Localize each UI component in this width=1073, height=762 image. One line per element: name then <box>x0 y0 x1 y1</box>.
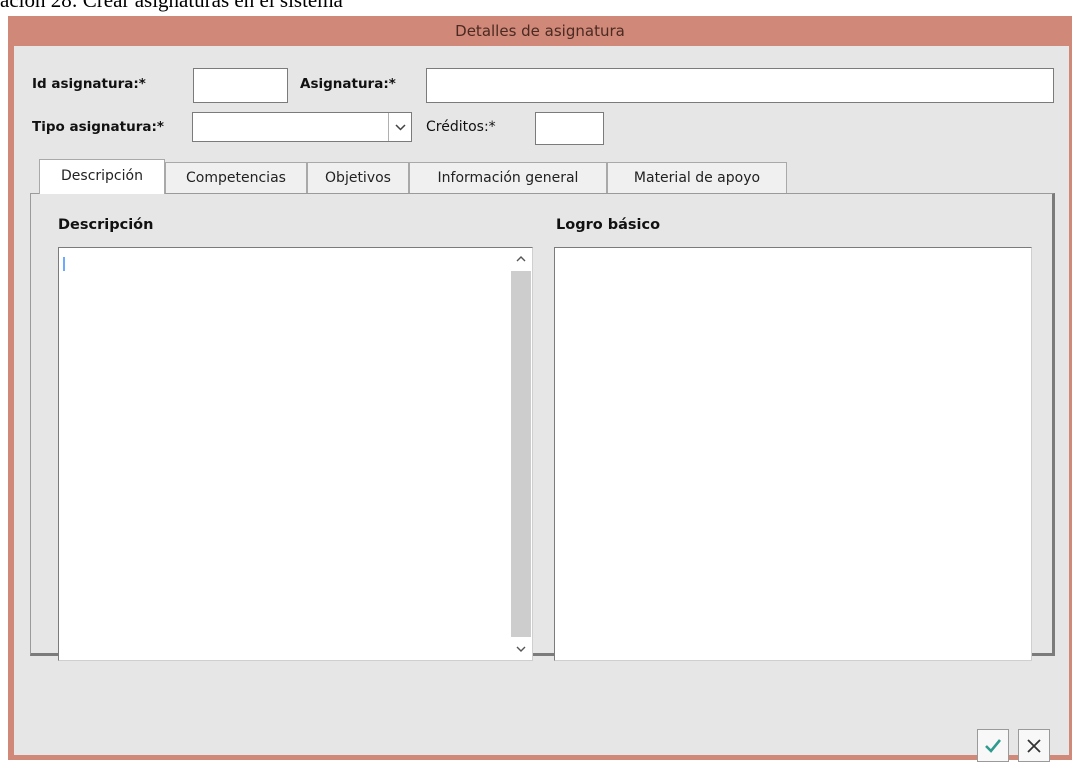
tab-objetivos[interactable]: Objetivos <box>307 162 409 193</box>
chevron-down-icon <box>516 646 526 652</box>
asignatura-label: Asignatura:* <box>300 76 396 92</box>
logro-basico-textarea[interactable] <box>554 247 1032 661</box>
chevron-down-icon <box>394 123 406 131</box>
tab-competencias[interactable]: Competencias <box>165 162 307 193</box>
logro-basico-label: Logro básico <box>556 217 661 233</box>
tab-informacion-general[interactable]: Información general <box>409 162 607 193</box>
figure-caption: ación 28: Crear asignaturas en el sistem… <box>0 0 343 12</box>
asignatura-input[interactable] <box>426 68 1054 103</box>
tab-material-de-apoyo[interactable]: Material de apoyo <box>607 162 787 193</box>
descripcion-label: Descripción <box>58 217 154 233</box>
check-icon <box>985 738 1002 753</box>
chevron-up-icon <box>516 256 526 262</box>
close-icon <box>1027 738 1041 753</box>
window-title: Detalles de asignatura <box>455 22 625 40</box>
accept-button[interactable] <box>977 729 1009 762</box>
descripcion-textarea[interactable] <box>58 247 533 661</box>
id-asignatura-label: Id asignatura:* <box>32 76 146 92</box>
scroll-up-button[interactable] <box>510 248 532 270</box>
tipo-asignatura-label: Tipo asignatura:* <box>32 119 164 135</box>
vertical-scrollbar[interactable] <box>510 248 532 660</box>
creditos-label: Créditos:* <box>426 119 496 135</box>
tipo-asignatura-combobox[interactable] <box>192 112 412 142</box>
scrollbar-thumb[interactable] <box>511 271 531 637</box>
scroll-down-button[interactable] <box>510 638 532 660</box>
id-asignatura-input[interactable] <box>193 68 288 103</box>
creditos-input[interactable] <box>535 112 604 145</box>
tab-descripcion[interactable]: Descripción <box>39 159 165 194</box>
dropdown-button[interactable] <box>388 113 411 141</box>
cancel-button[interactable] <box>1018 729 1050 762</box>
text-cursor <box>63 257 65 271</box>
